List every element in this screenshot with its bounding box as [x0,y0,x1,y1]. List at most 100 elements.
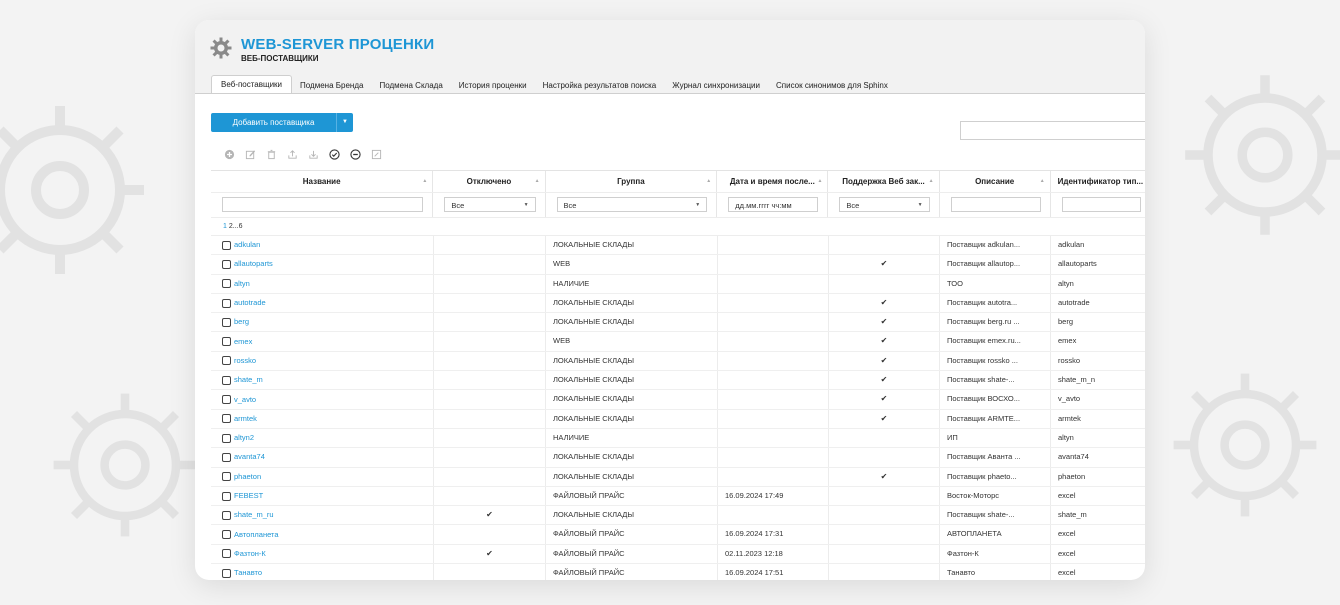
supplier-name-link[interactable]: Танавто [234,564,262,580]
column-header[interactable]: Описание ▲ [940,171,1051,192]
row-checkbox[interactable] [222,259,231,269]
group-filter-select[interactable]: Все ▼ [556,197,708,212]
row-checkbox[interactable] [222,337,231,347]
tab-sync-log[interactable]: Журнал синхронизации [664,78,768,94]
disabled-cell [434,255,546,274]
description-cell: Поставщик allautop... [940,255,1051,274]
add-supplier-button[interactable]: Добавить поставщика ▼ [211,113,353,132]
settings-edit-icon[interactable] [370,148,383,161]
date-filter-input[interactable]: дд.мм.гггг чч:мм [728,197,819,212]
row-checkbox[interactable] [222,472,231,482]
supplier-name-link[interactable]: shate_m_ru [234,506,274,524]
table-row[interactable]: shate_m_ru ✔ ЛОКАЛЬНЫЕ СКЛАДЫ Поставщик sha… [211,506,1145,526]
tab-pricing-history[interactable]: История проценки [451,78,535,94]
row-checkbox[interactable] [222,395,231,405]
tab-web-suppliers[interactable]: Веб-поставщики [211,75,293,94]
supplier-name-link[interactable]: avanta74 [234,448,265,466]
delete-icon[interactable] [265,148,278,161]
row-checkbox[interactable] [222,375,231,385]
table-row[interactable]: altyn НАЛИЧИЕ ТОО altyn [211,274,1145,294]
name-cell: emex [211,332,434,351]
description-filter-input[interactable] [950,197,1041,212]
row-checkbox[interactable] [222,356,231,366]
disabled-cell: ✔ [434,506,546,525]
row-checkbox[interactable] [222,317,231,327]
row-checkbox[interactable] [222,510,231,520]
page-link[interactable]: 6 [239,223,243,230]
tab-search-results-settings[interactable]: Настройка результатов поиска [535,78,665,94]
tab-brand-substitution[interactable]: Подмена Бренда [292,78,371,94]
tab-warehouse-substitution[interactable]: Подмена Склада [371,78,450,94]
row-checkbox[interactable] [222,568,231,578]
table-row[interactable]: phaeton ЛОКАЛЬНЫЕ СКЛАДЫ ✔ Поставщик phaeto… [211,467,1145,487]
table-row[interactable]: emex WEB ✔ Поставщик emex.ru... emex [211,332,1145,352]
name-filter-input[interactable] [222,197,424,212]
type-id-cell: excel [1051,487,1145,505]
table-row[interactable]: allautoparts WEB ✔ Поставщик allautop... all… [211,255,1145,275]
type-id-cell: allautoparts [1051,255,1145,273]
table-row[interactable]: Танавто ФАЙЛОВЫЙ ПРАЙС 16.09.2024 17:51 Тан… [211,564,1145,580]
table-row[interactable]: armtek ЛОКАЛЬНЫЕ СКЛАДЫ ✔ Поставщик ARMTE..… [211,409,1145,429]
table-row[interactable]: shate_m ЛОКАЛЬНЫЕ СКЛАДЫ ✔ Поставщик shate-… [211,371,1145,391]
column-header[interactable]: Дата и время после... ▲ [717,171,829,192]
column-header[interactable]: Название ▲ [211,171,434,192]
column-header[interactable]: Поддержка Веб зак... ▲ [828,171,940,192]
supplier-name-link[interactable]: rossko [234,352,256,370]
supplier-name-link[interactable]: v_avto [234,391,256,409]
supplier-name-link[interactable]: emex [234,333,252,351]
export-icon[interactable] [286,148,299,161]
supplier-name-link[interactable]: autotrade [234,294,266,312]
row-checkbox[interactable] [222,491,231,501]
row-checkbox[interactable] [222,433,231,443]
table-row[interactable]: v_avto ЛОКАЛЬНЫЕ СКЛАДЫ ✔ Поставщик ВОСХО..… [211,390,1145,410]
supplier-name-link[interactable]: shate_m [234,371,263,389]
web-order-filter-select[interactable]: Все ▼ [839,197,930,212]
column-header[interactable]: Идентификатор тип... [1051,171,1145,192]
table-row[interactable]: altyn2 НАЛИЧИЕ ИП altyn [211,428,1145,449]
row-checkbox[interactable] [222,549,231,559]
add-circle-icon[interactable] [223,148,236,161]
supplier-name-link[interactable]: allautoparts [234,255,273,273]
minus-circle-icon[interactable] [349,148,362,161]
row-checkbox[interactable] [222,414,231,424]
type-filter-input[interactable] [1061,197,1141,212]
table-row[interactable]: berg ЛОКАЛЬНЫЕ СКЛАДЫ ✔ Поставщик berg.ru .… [211,313,1145,333]
table-row[interactable]: FEBEST ФАЙЛОВЫЙ ПРАЙС 16.09.2024 17:49 Вост… [211,486,1145,507]
group-cell: WEB [546,255,718,274]
table-row[interactable]: avanta74 ЛОКАЛЬНЫЕ СКЛАДЫ Поставщик Аванта… [211,448,1145,468]
disabled-filter-select[interactable]: Все ▼ [444,197,536,212]
supplier-name-link[interactable]: berg [234,313,249,331]
import-icon[interactable] [307,148,320,161]
row-checkbox[interactable] [222,279,231,289]
supplier-name-link[interactable]: Фазтон-К [234,545,266,563]
name-cell: Автопланета [211,525,434,544]
row-checkbox[interactable] [222,530,231,540]
table-row[interactable]: adkulan ЛОКАЛЬНЫЕ СКЛАДЫ Поставщик adkulan… [211,236,1145,256]
name-cell: adkulan [211,236,434,255]
column-header[interactable]: Группа ▲ [546,171,718,192]
edit-icon[interactable] [244,148,257,161]
dropdown-caret-icon[interactable]: ▼ [337,113,353,132]
supplier-name-link[interactable]: phaeton [234,468,261,486]
supplier-name-link[interactable]: FEBEST [234,487,263,505]
table-row[interactable]: autotrade ЛОКАЛЬНЫЕ СКЛАДЫ ✔ Поставщик auto… [211,293,1145,314]
supplier-name-link[interactable]: armtek [234,410,257,428]
row-checkbox[interactable] [222,452,231,462]
table-row[interactable]: rossko ЛОКАЛЬНЫЕ СКЛАДЫ ✔ Поставщик rossko … [211,351,1145,372]
description-cell: АВТОПЛАНЕТА [940,525,1051,544]
supplier-name-link[interactable]: Автопланета [234,526,279,544]
supplier-name-link[interactable]: altyn [234,275,250,293]
page-link[interactable]: 1 [223,223,227,230]
tab-sphinx-synonyms[interactable]: Список синонимов для Sphinx [768,78,896,94]
chevron-down-icon: ▼ [695,202,701,208]
table-row[interactable]: Автопланета ФАЙЛОВЫЙ ПРАЙС 16.09.2024 17:3… [211,525,1145,545]
search-input[interactable] [960,121,1145,140]
column-header[interactable]: Отключено ▲ [433,171,546,192]
row-checkbox[interactable] [222,298,231,308]
check-circle-icon[interactable] [328,148,341,161]
row-checkbox[interactable] [222,240,231,250]
background-gear-icon [53,393,197,537]
supplier-name-link[interactable]: adkulan [234,236,260,254]
supplier-name-link[interactable]: altyn2 [234,429,254,447]
table-row[interactable]: Фазтон-К ✔ ФАЙЛОВЫЙ ПРАЙС 02.11.2023 12:18 Ф… [211,544,1145,565]
